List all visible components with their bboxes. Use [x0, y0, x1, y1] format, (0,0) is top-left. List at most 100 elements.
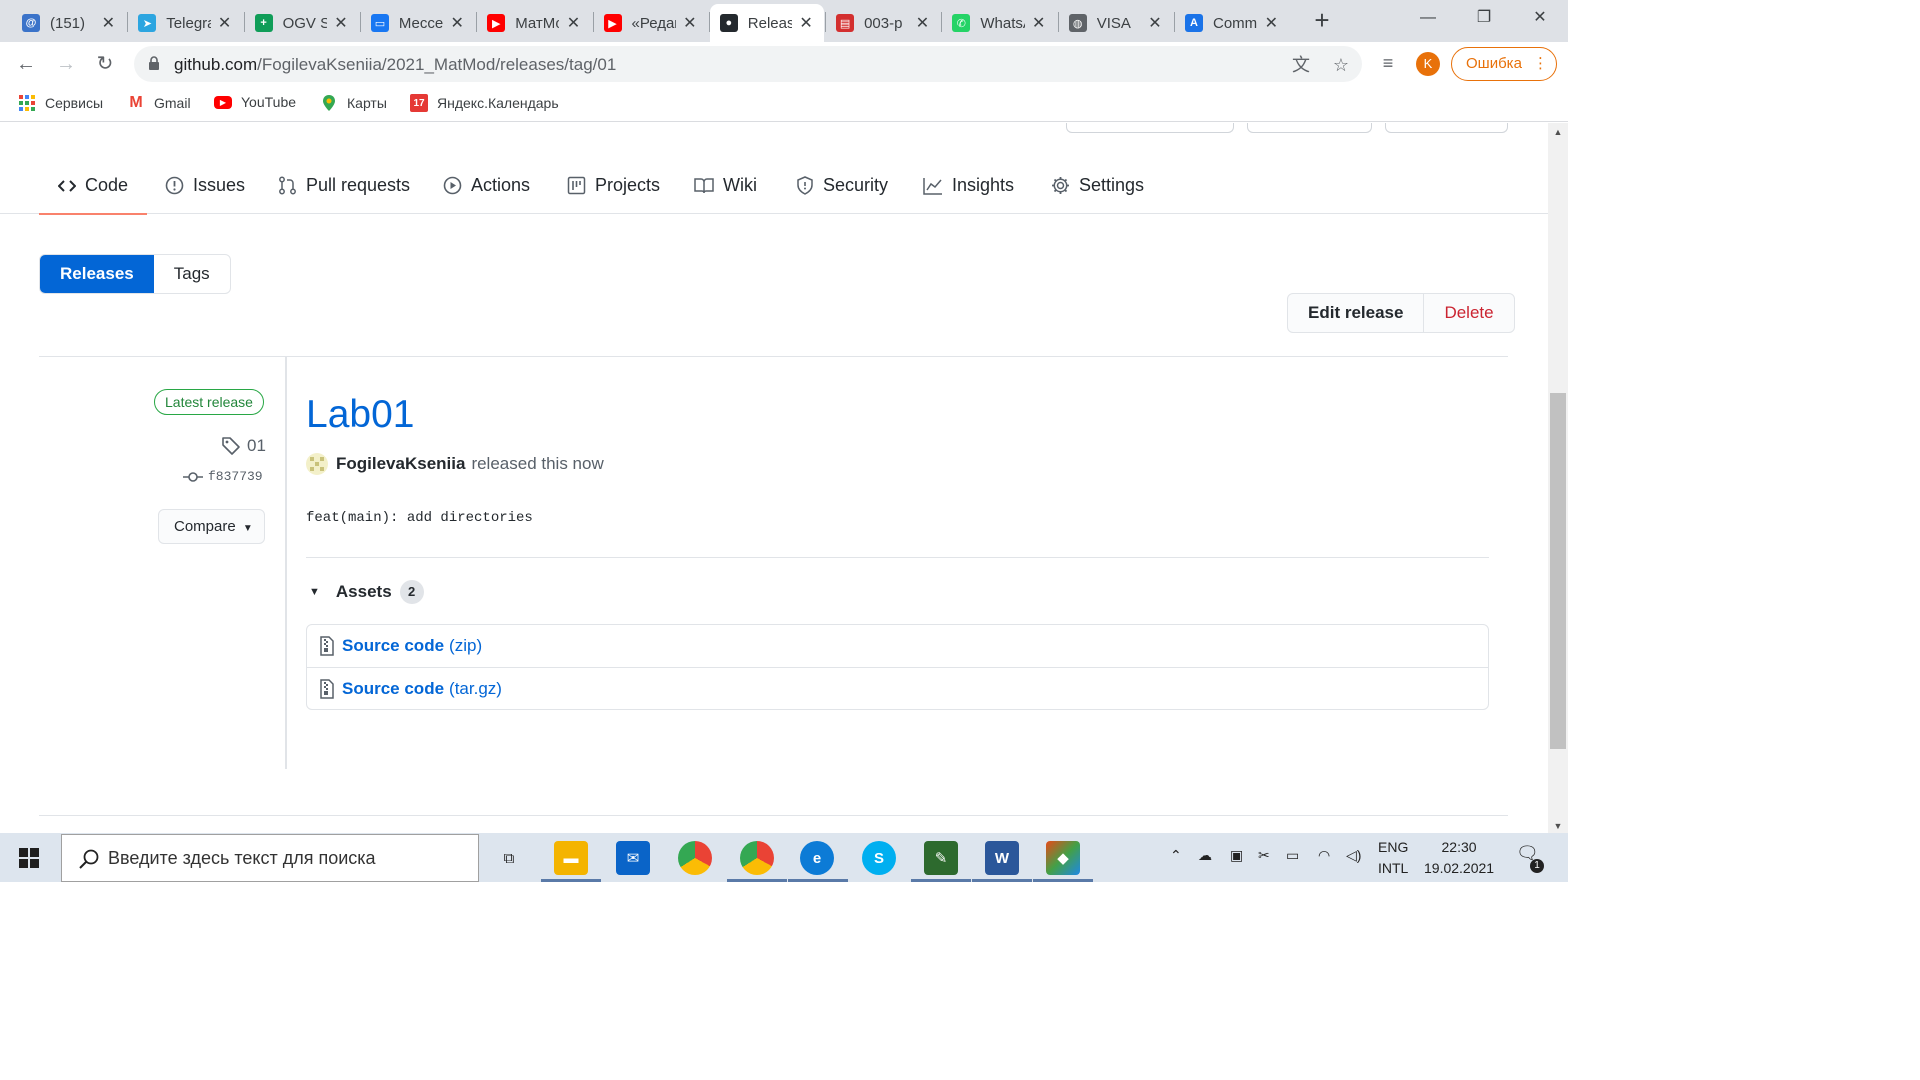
reload-icon[interactable]: ↻ [91, 50, 119, 78]
author-link[interactable]: FogilevaKseniia [336, 454, 465, 474]
play-icon [443, 176, 462, 195]
tab-projects[interactable]: Projects [567, 157, 660, 214]
edit-release-button[interactable]: Edit release [1288, 294, 1425, 332]
error-update-button[interactable]: Ошибка ⋮ [1451, 47, 1557, 81]
battery-icon[interactable]: ▭ [1286, 847, 1299, 864]
tab-separator [359, 12, 361, 32]
close-tab-icon[interactable]: ✕ [798, 13, 814, 33]
tray-overflow-icon[interactable]: ⌃ [1170, 847, 1182, 864]
releases-tab[interactable]: Releases [40, 255, 154, 293]
bookmark-youtube[interactable]: ▶ YouTube [214, 94, 296, 110]
scroll-thumb[interactable] [1550, 393, 1566, 749]
git-icon[interactable]: ◆ [1046, 841, 1080, 875]
browser-tab[interactable]: ● Releases ✕ [709, 4, 825, 42]
browser-tab[interactable]: A Comm ✕ [1175, 4, 1289, 42]
tab-pull-requests[interactable]: Pull requests [278, 157, 410, 214]
browser-tab[interactable]: ▭ Мессенджер ✕ [361, 4, 475, 42]
bookmark-apps[interactable]: Сервисы [18, 94, 103, 112]
tab-separator [708, 12, 710, 32]
app-icon[interactable]: ✎ [924, 841, 958, 875]
chrome-icon[interactable] [678, 841, 712, 875]
watch-button[interactable] [1066, 123, 1234, 133]
mail-icon[interactable]: ✉ [616, 841, 650, 875]
asset-zip[interactable]: Source code (zip) [307, 625, 1488, 667]
tab-actions[interactable]: Actions [443, 157, 530, 214]
page-scrollbar[interactable]: ▲ ▼ [1548, 123, 1568, 833]
tab-title: МатМод [515, 14, 559, 32]
release-tag-link[interactable]: 01 [221, 436, 266, 456]
assets-toggle[interactable]: ▼ Assets 2 [309, 580, 424, 604]
file-explorer-icon[interactable]: ▬ [554, 841, 588, 875]
delete-release-button[interactable]: Delete [1424, 294, 1513, 332]
chrome-profile-icon[interactable] [740, 841, 774, 875]
tab-insights[interactable]: Insights [923, 157, 1014, 214]
taskbar-search[interactable]: Введите здесь текст для поиска [61, 834, 479, 882]
browser-tab[interactable]: ◍ VISA ✕ [1059, 4, 1173, 42]
close-tab-icon[interactable]: ✕ [1031, 13, 1047, 33]
file-zip-icon [320, 678, 334, 699]
back-arrow-icon[interactable]: ← [12, 50, 40, 78]
scroll-up-icon[interactable]: ▲ [1548, 127, 1568, 137]
profile-avatar[interactable]: K [1416, 52, 1440, 76]
asset-tar-gz[interactable]: Source code (tar.gz) [307, 667, 1488, 709]
close-tab-icon[interactable]: ✕ [100, 13, 116, 33]
repo-nav: Code Issues Pull requests Actions Projec… [0, 157, 1548, 215]
browser-tab[interactable]: ▶ МатМод ✕ [477, 4, 591, 42]
release-commit-link[interactable]: f837739 [183, 469, 263, 484]
compare-button[interactable]: Compare ▼ [158, 509, 265, 544]
close-tab-icon[interactable]: ✕ [217, 13, 233, 33]
translate-icon[interactable]: 文 [1290, 54, 1312, 76]
close-tab-icon[interactable]: ✕ [333, 13, 349, 33]
restore-icon[interactable]: ❐ [1456, 0, 1512, 36]
skype-icon[interactable]: S [862, 841, 896, 875]
tags-tab[interactable]: Tags [154, 255, 230, 293]
pull-request-icon [279, 176, 296, 195]
task-view-icon[interactable]: ⧉ [492, 841, 526, 875]
star-button[interactable] [1247, 123, 1372, 133]
minimize-icon[interactable]: — [1400, 0, 1456, 36]
tab-separator [1057, 12, 1059, 32]
author-avatar[interactable] [306, 453, 328, 475]
volume-icon[interactable]: ◁) [1346, 847, 1361, 864]
language-indicator[interactable]: ENG INTL [1378, 837, 1408, 879]
meet-icon[interactable]: ▣ [1230, 847, 1243, 864]
close-tab-icon[interactable]: ✕ [565, 13, 581, 33]
scroll-down-icon[interactable]: ▼ [1548, 821, 1568, 831]
tab-wiki[interactable]: Wiki [694, 157, 757, 214]
clock[interactable]: 22:30 19.02.2021 [1424, 837, 1494, 879]
address-bar[interactable]: github.com/FogilevaKseniia/2021_MatMod/r… [134, 46, 1362, 82]
browser-tab[interactable]: ✆ WhatsApp ✕ [942, 4, 1056, 42]
close-window-icon[interactable]: ✕ [1512, 0, 1568, 36]
word-icon[interactable]: W [985, 841, 1019, 875]
tab-title: 003-p [864, 14, 903, 32]
start-button[interactable] [0, 833, 58, 882]
fork-button[interactable] [1385, 123, 1508, 133]
forward-arrow-icon[interactable]: → [52, 50, 80, 78]
close-tab-icon[interactable]: ✕ [1263, 13, 1279, 33]
onedrive-icon[interactable]: ☁ [1198, 847, 1212, 864]
new-tab-button[interactable]: + [1308, 6, 1336, 34]
close-tab-icon[interactable]: ✕ [682, 13, 698, 33]
bookmark-calendar[interactable]: 17 Яндекс.Календарь [410, 94, 559, 112]
bookmark-maps[interactable]: Карты [320, 94, 387, 112]
tab-code[interactable]: Code [39, 157, 148, 215]
bookmark-gmail[interactable]: M Gmail [127, 94, 190, 112]
close-tab-icon[interactable]: ✕ [449, 13, 465, 33]
release-title[interactable]: Lab01 [306, 393, 414, 437]
tab-settings[interactable]: Settings [1051, 157, 1144, 214]
browser-tab[interactable]: @ (151) ✕ [12, 4, 126, 42]
browser-tab[interactable]: ➤ Telegram ✕ [128, 4, 242, 42]
browser-tab[interactable]: ▶ «Редакт ✕ [594, 4, 708, 42]
wifi-icon[interactable]: ◠ [1318, 847, 1330, 864]
browser-tab[interactable]: + OGV S ✕ [245, 4, 359, 42]
snip-icon[interactable]: ✂ [1258, 847, 1270, 864]
star-icon[interactable]: ☆ [1330, 54, 1352, 76]
media-control-icon[interactable]: ≡ [1377, 52, 1399, 74]
close-tab-icon[interactable]: ✕ [1147, 13, 1163, 33]
browser-tab[interactable]: ▤ 003-p ✕ [826, 4, 940, 42]
tab-security[interactable]: Security [796, 157, 888, 214]
tab-separator [941, 12, 943, 32]
edge-icon[interactable]: e [800, 841, 834, 875]
close-tab-icon[interactable]: ✕ [914, 13, 930, 33]
tab-issues[interactable]: Issues [165, 157, 245, 214]
